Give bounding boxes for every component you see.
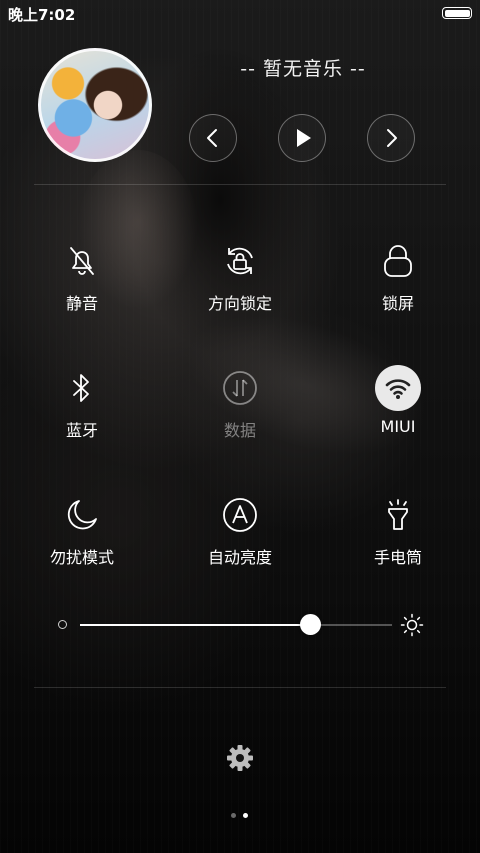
battery-icon [442,7,472,19]
chevron-right-icon [387,129,397,147]
toggle-bluetooth-label: 蓝牙 [65,421,98,440]
toggle-mute-label: 静音 [65,294,98,313]
toggle-wifi[interactable]: MIUI [338,365,458,455]
divider-top [34,184,446,185]
brightness-high-icon [400,613,424,637]
previous-track-button[interactable] [189,114,237,162]
toggle-rotation-lock[interactable]: 方向锁定 [180,238,300,328]
page-dot-2[interactable] [243,813,248,818]
bell-off-icon [59,238,105,284]
toggle-do-not-disturb-label: 勿扰模式 [49,548,114,567]
gear-icon[interactable] [225,743,255,773]
status-bar: 晚上7:02 [0,0,480,28]
toggle-bluetooth[interactable]: 蓝牙 [22,365,142,455]
play-icon [297,129,311,147]
auto-brightness-icon [217,492,263,538]
chevron-left-icon [207,129,217,147]
album-art[interactable] [38,48,152,162]
toggle-auto-brightness[interactable]: 自动亮度 [180,492,300,582]
page-indicator [229,812,251,820]
toggle-lock-screen-label: 锁屏 [381,294,414,313]
toggle-mobile-data-label: 数据 [223,421,256,440]
lock-icon [375,238,421,284]
toggle-auto-brightness-label: 自动亮度 [207,548,272,567]
battery-fill [444,9,470,17]
rotation-lock-icon [217,238,263,284]
toggle-lock-screen[interactable]: 锁屏 [338,238,458,328]
song-title[interactable]: -- 暂无音乐 -- [190,54,416,81]
brightness-slider[interactable] [56,610,428,640]
next-track-button[interactable] [367,114,415,162]
toggle-mute[interactable]: 静音 [22,238,142,328]
brightness-thumb[interactable] [300,614,322,635]
toggle-mobile-data[interactable]: 数据 [180,365,300,455]
wifi-icon [375,365,421,411]
brightness-low-icon [58,620,67,629]
toggle-wifi-label: MIUI [380,417,416,436]
play-button[interactable] [278,114,326,162]
toggle-rotation-lock-label: 方向锁定 [207,294,272,313]
moon-icon [59,492,105,538]
status-time: 晚上7:02 [8,6,76,24]
brightness-track[interactable] [80,624,392,626]
toggle-do-not-disturb[interactable]: 勿扰模式 [22,492,142,582]
brightness-fill [80,624,311,626]
flashlight-icon [375,492,421,538]
toggle-flashlight-label: 手电筒 [373,548,422,567]
bluetooth-icon [59,365,105,411]
toggle-flashlight[interactable]: 手电筒 [338,492,458,582]
mobile-data-icon [217,365,263,411]
page-dot-1[interactable] [231,813,236,818]
divider-bottom [34,687,446,688]
